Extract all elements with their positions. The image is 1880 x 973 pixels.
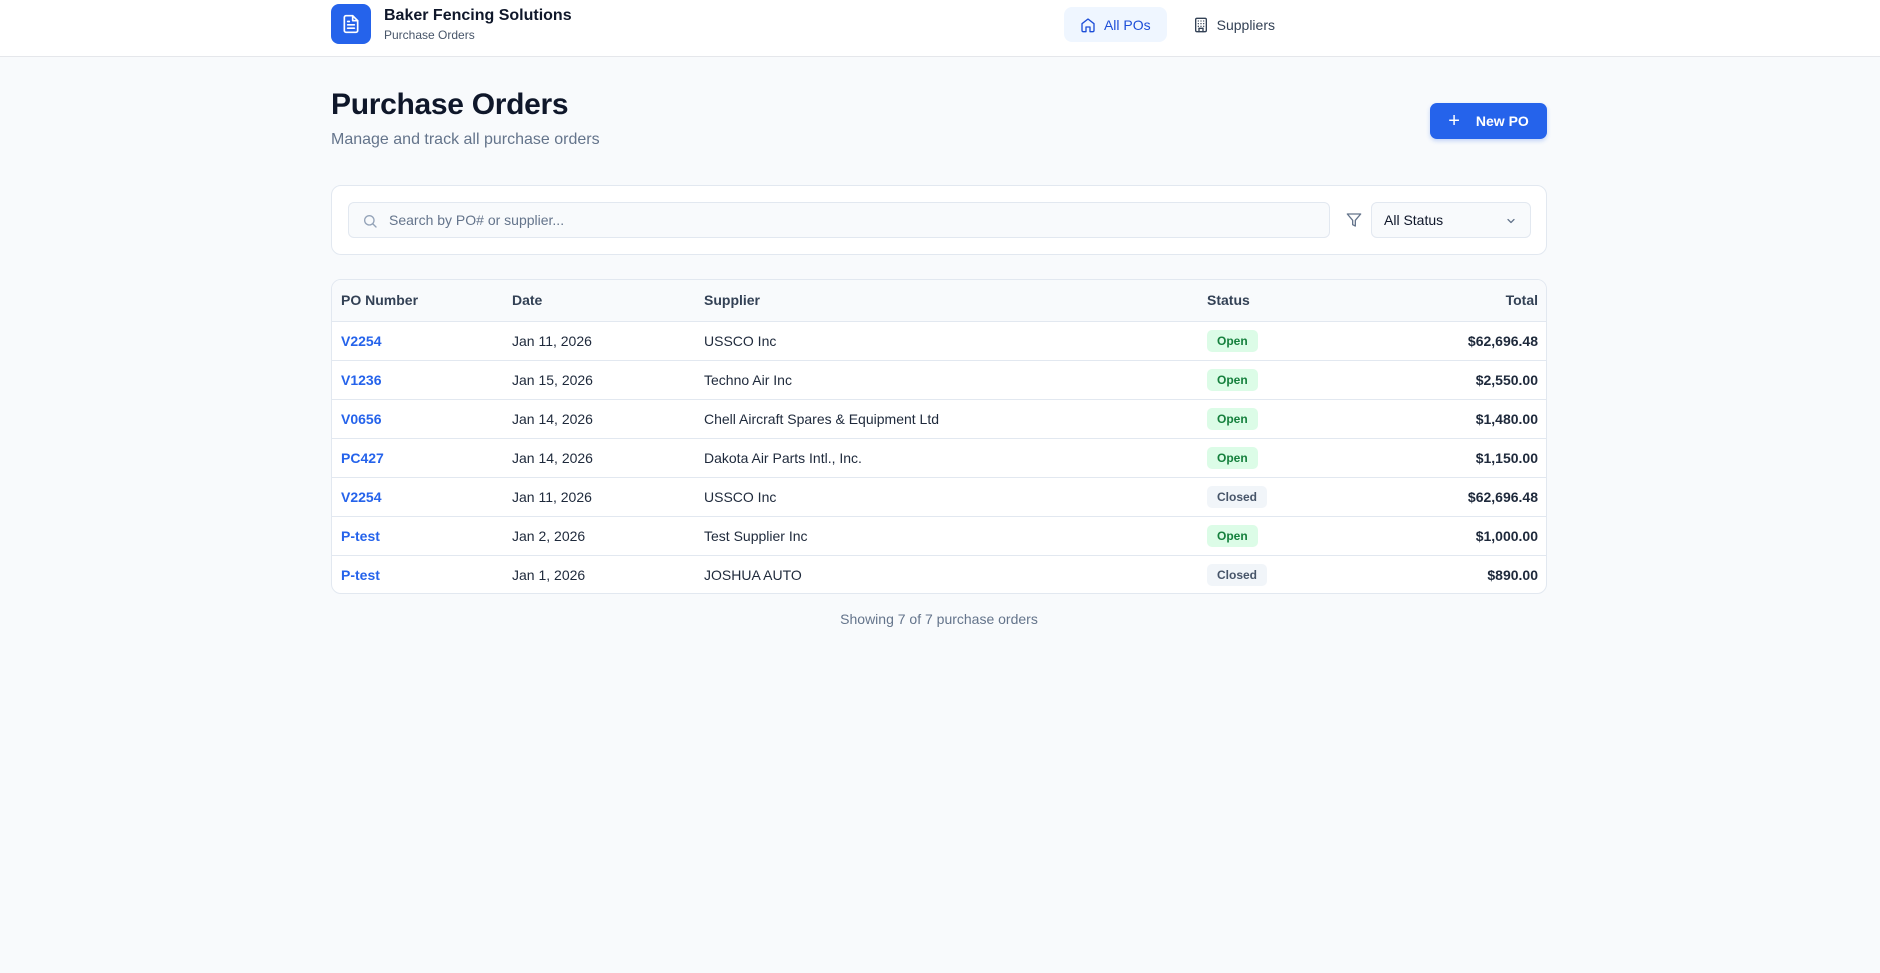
nav-all-pos[interactable]: All POs: [1063, 7, 1167, 42]
po-date: Jan 11, 2026: [512, 477, 704, 517]
po-total: $1,480.00: [1475, 410, 1538, 427]
po-total: $62,696.48: [1467, 488, 1538, 505]
table-row[interactable]: V2254 Jan 11, 2026 USSCO Inc Open $62,69…: [332, 321, 1546, 361]
table-row[interactable]: P-test Jan 2, 2026 Test Supplier Inc Ope…: [332, 516, 1546, 556]
nav-suppliers-label: Suppliers: [1216, 16, 1275, 33]
page-title: Purchase Orders: [331, 88, 569, 121]
table-row[interactable]: V1236 Jan 15, 2026 Techno Air Inc Open $…: [332, 360, 1546, 400]
column-header-status[interactable]: Status: [1207, 280, 1357, 322]
po-supplier: Chell Aircraft Spares & Equipment Ltd: [704, 399, 1207, 439]
main-nav: All POs Suppliers: [1063, 7, 1291, 42]
status-badge: Closed: [1207, 563, 1268, 586]
brand-name: Baker Fencing Solutions: [384, 6, 572, 24]
table-row[interactable]: V0656 Jan 14, 2026 Chell Aircraft Spares…: [332, 399, 1546, 439]
chevron-down-icon: [1507, 218, 1515, 224]
home-icon: [1081, 17, 1095, 32]
brand-subtitle: Purchase Orders: [384, 27, 475, 42]
filter-bar: All Status: [331, 185, 1547, 255]
po-date: Jan 14, 2026: [512, 438, 704, 478]
po-number-link[interactable]: PC427: [341, 450, 384, 466]
nav-suppliers[interactable]: Suppliers: [1177, 7, 1291, 42]
brand[interactable]: Baker Fencing Solutions Purchase Orders: [331, 4, 572, 44]
column-header-po-number[interactable]: PO Number: [332, 280, 512, 322]
status-badge: Open: [1207, 446, 1258, 469]
po-date: Jan 11, 2026: [512, 321, 704, 361]
search-icon: [364, 215, 377, 228]
po-total: $1,000.00: [1475, 527, 1538, 544]
po-number-link[interactable]: V1236: [341, 372, 381, 388]
po-total: $2,550.00: [1475, 371, 1538, 388]
new-po-label: New PO: [1475, 113, 1529, 129]
po-supplier: JOSHUA AUTO: [704, 566, 802, 583]
po-date: Jan 1, 2026: [512, 566, 586, 583]
status-badge: Open: [1207, 368, 1258, 391]
table-row[interactable]: PC427 Jan 14, 2026 Dakota Air Parts Intl…: [332, 438, 1546, 478]
search-box: [348, 202, 1330, 238]
status-filter-value: All Status: [1384, 212, 1444, 228]
top-navbar: Baker Fencing Solutions Purchase Orders …: [0, 0, 1880, 57]
filter-icon: [1346, 213, 1362, 227]
po-date: Jan 15, 2026: [512, 360, 704, 400]
status-badge: Open: [1207, 407, 1258, 430]
table-row[interactable]: P-test Jan 1, 2026 JOSHUA AUTO Closed $8…: [332, 555, 1546, 593]
po-total: $62,696.48: [1467, 332, 1538, 349]
column-header-date[interactable]: Date: [512, 280, 704, 322]
po-number-link[interactable]: V2254: [341, 489, 381, 505]
po-number-link[interactable]: P-test: [341, 567, 380, 583]
po-date: Jan 2, 2026: [512, 516, 704, 556]
po-number-link[interactable]: V0656: [341, 411, 381, 427]
po-supplier: Dakota Air Parts Intl., Inc.: [704, 438, 1207, 478]
po-supplier: USSCO Inc: [704, 477, 1207, 517]
po-total: $1,150.00: [1475, 449, 1538, 466]
status-badge: Open: [1207, 524, 1258, 547]
search-input[interactable]: [349, 203, 1329, 237]
po-date: Jan 14, 2026: [512, 399, 704, 439]
results-count: Showing 7 of 7 purchase orders: [840, 611, 1038, 627]
po-total: $890.00: [1487, 566, 1538, 583]
column-header-total[interactable]: Total: [1357, 280, 1546, 322]
status-badge: Open: [1207, 329, 1258, 352]
table-header-row: PO Number Date Supplier Status Total: [332, 280, 1546, 322]
page-subtitle: Manage and track all purchase orders: [331, 131, 600, 148]
building-icon: [1194, 17, 1207, 32]
purchase-orders-table: PO Number Date Supplier Status Total V22…: [331, 279, 1547, 594]
po-supplier: USSCO Inc: [704, 321, 1207, 361]
status-filter-select[interactable]: All Status: [1371, 202, 1531, 238]
document-icon: [331, 4, 371, 44]
column-header-supplier[interactable]: Supplier: [704, 280, 1207, 322]
po-supplier: Techno Air Inc: [704, 360, 1207, 400]
new-po-button[interactable]: + New PO: [1430, 103, 1547, 139]
nav-all-pos-label: All POs: [1103, 16, 1151, 33]
plus-icon: +: [1448, 110, 1460, 132]
table-row[interactable]: V2254 Jan 11, 2026 USSCO Inc Closed $62,…: [332, 477, 1546, 517]
po-supplier: Test Supplier Inc: [704, 516, 1207, 556]
po-number-link[interactable]: V2254: [341, 333, 381, 349]
po-number-link[interactable]: P-test: [341, 528, 380, 544]
status-badge: Closed: [1207, 485, 1268, 508]
